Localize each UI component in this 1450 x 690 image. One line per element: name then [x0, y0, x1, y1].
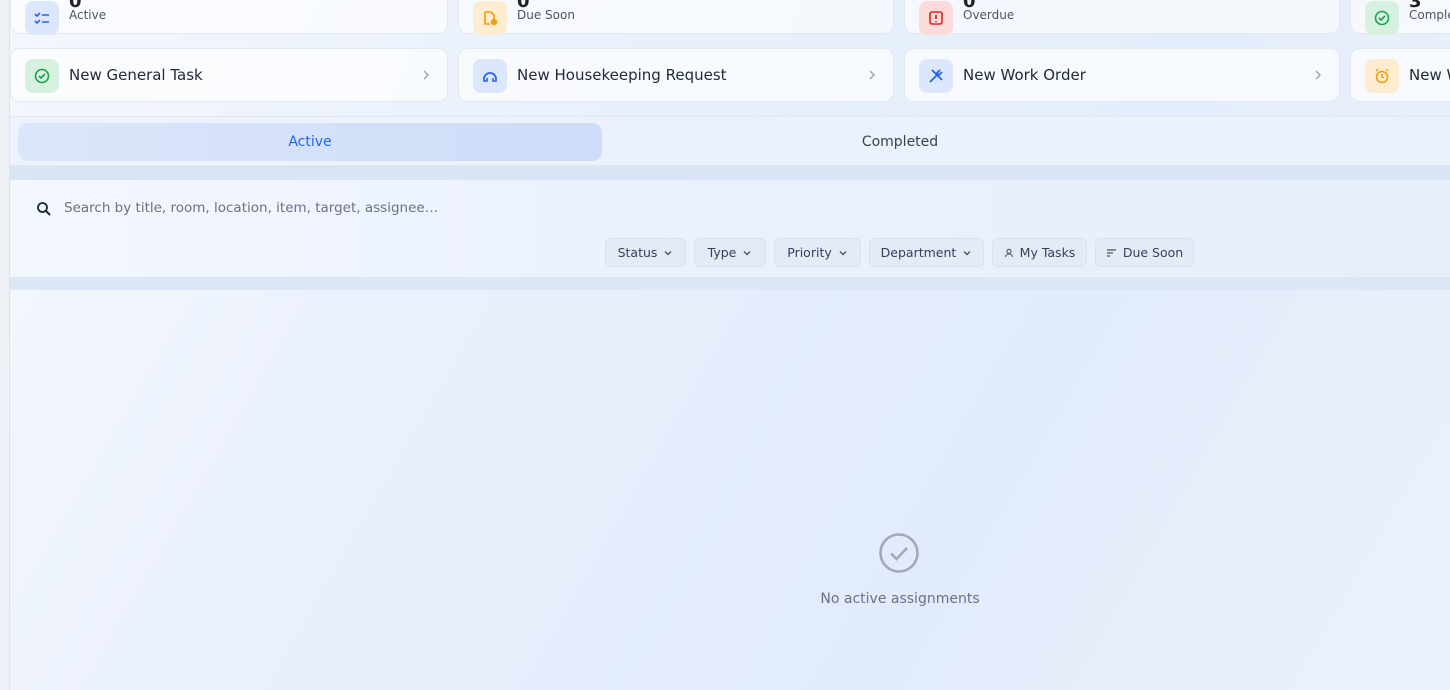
tab-active[interactable]: Active [18, 123, 602, 161]
chip-label: Department [880, 245, 957, 260]
stat-label: Active [69, 8, 107, 22]
chevron-down-icon [664, 250, 672, 255]
tools-icon [919, 59, 953, 93]
stat-card-active[interactable]: 0 Active [10, 0, 448, 35]
search-panel: Status Type Priority Department My Tasks… [10, 180, 1450, 278]
check-circle-icon [1365, 1, 1399, 35]
sort-icon [1106, 248, 1116, 257]
chip-label: Status [617, 245, 658, 260]
checklist-icon [25, 1, 59, 35]
stat-card-overdue[interactable]: 0 Overdue [904, 0, 1340, 35]
chevron-right-icon [869, 70, 876, 80]
stat-card-due-soon[interactable]: 0 Due Soon [458, 0, 894, 35]
chevron-right-icon [423, 70, 430, 80]
department-filter[interactable]: Department [869, 238, 984, 267]
chevron-down-icon [743, 250, 751, 255]
my-tasks-filter[interactable]: My Tasks [992, 238, 1087, 267]
clock-doc-icon [473, 1, 507, 35]
action-label: New Housekeeping Request [517, 66, 727, 84]
new-work-order-button[interactable]: New Work Order [904, 48, 1340, 102]
left-rail [0, 0, 10, 690]
action-label: New General Task [69, 66, 203, 84]
type-filter[interactable]: Type [694, 238, 766, 267]
check-circle-icon [25, 59, 59, 93]
action-label: New W [1409, 66, 1450, 84]
chevron-down-icon [963, 250, 971, 255]
chevron-down-icon [839, 250, 847, 255]
stat-label: Comple [1409, 8, 1450, 22]
stat-label: Overdue [963, 8, 1015, 22]
chip-label: Priority [787, 245, 832, 260]
assignments-list: No active assignments [10, 290, 1450, 690]
person-icon [1004, 248, 1013, 257]
new-w-button[interactable]: New W [1350, 48, 1450, 102]
search-icon [37, 202, 51, 216]
status-filter[interactable]: Status [605, 238, 686, 267]
divider [10, 166, 1450, 180]
priority-filter[interactable]: Priority [774, 238, 861, 267]
empty-state-message: No active assignments [820, 591, 980, 607]
new-housekeeping-request-button[interactable]: New Housekeeping Request [458, 48, 894, 102]
check-circle-icon [879, 533, 919, 573]
due-soon-sort[interactable]: Due Soon [1095, 238, 1194, 267]
search-input[interactable] [64, 194, 964, 222]
housekeeping-icon [473, 59, 507, 93]
chevron-right-icon [1315, 70, 1322, 80]
tab-completed[interactable]: Completed [608, 123, 1192, 161]
new-general-task-button[interactable]: New General Task [10, 48, 448, 102]
action-label: New Work Order [963, 66, 1086, 84]
alarm-clock-icon [1365, 59, 1399, 93]
chip-label: Due Soon [1122, 245, 1184, 260]
chip-label: My Tasks [1019, 245, 1076, 260]
chip-label: Type [707, 245, 737, 260]
stat-card-completed[interactable]: 3 Comple [1350, 0, 1450, 35]
alert-icon [919, 1, 953, 35]
divider [10, 278, 1450, 290]
stat-label: Due Soon [517, 8, 575, 22]
tab-third[interactable]: W [1198, 123, 1450, 161]
tab-bar: Active Completed W [10, 116, 1450, 166]
